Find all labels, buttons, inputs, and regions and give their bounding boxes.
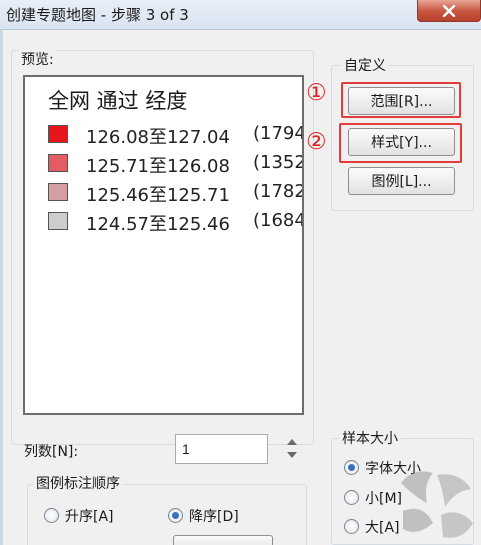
ascending-radio-button[interactable] (44, 508, 59, 523)
legend-range-3: 125.46至125.71 (86, 185, 230, 206)
descending-radio-button[interactable] (168, 508, 183, 523)
legend-swatch-1 (48, 125, 68, 143)
arrow-down-icon[interactable] (287, 452, 297, 458)
preview-group-label: 预览: (18, 49, 57, 69)
step-marker-1: ① (306, 80, 327, 106)
legend-title: 全网 通过 经度 (48, 89, 188, 113)
legend-order-label: 图例标注顺序 (33, 473, 123, 493)
legend-row-3: 125.46至125.71 (1782 (48, 181, 304, 206)
watermark-logo (401, 471, 473, 538)
custom-group-label: 自定义 (341, 55, 389, 75)
close-icon (442, 4, 456, 17)
columns-label: 列数[N]: (24, 444, 79, 460)
legend-swatch-3 (48, 183, 68, 201)
sample-size-radio-1[interactable] (344, 490, 359, 505)
descending-label: 降序[D] (189, 509, 239, 525)
sample-size-label: 样本大小 (339, 428, 401, 448)
legend-count-4: (1684 (253, 210, 304, 231)
legend-row-2: 125.71至126.08 (1352 (48, 152, 304, 177)
sample-size-radio-2[interactable] (344, 519, 359, 534)
style-button[interactable]: 样式[Y]... (348, 128, 455, 156)
legend-range-2: 125.71至126.08 (86, 156, 230, 177)
ascending-label: 升序[A] (65, 509, 114, 525)
window-title: 创建专题地图 - 步骤 3 of 3 (6, 6, 189, 24)
legend-swatch-4 (48, 212, 68, 230)
legend-count-3: (1782 (253, 181, 304, 202)
title-bar: 创建专题地图 - 步骤 3 of 3 (0, 0, 481, 30)
columns-stepper[interactable] (287, 435, 301, 463)
arrow-up-icon[interactable] (287, 439, 297, 445)
legend-preview: 全网 通过 经度 126.08至127.04 (1794 125.71至126.… (23, 75, 304, 415)
legend-range-1: 126.08至127.04 (86, 127, 230, 148)
partial-bottom-button[interactable] (173, 535, 273, 545)
legend-swatch-2 (48, 154, 68, 172)
step-marker-2: ② (306, 129, 327, 155)
legend-range-4: 124.57至125.46 (86, 214, 230, 235)
columns-input[interactable] (175, 434, 268, 464)
legend-row-4: 124.57至125.46 (1684 (48, 210, 304, 235)
legend-count-1: (1794 (253, 123, 304, 144)
close-button[interactable] (417, 0, 481, 22)
range-button[interactable]: 范围[R]... (348, 87, 455, 115)
sample-size-radio-0[interactable] (344, 460, 359, 475)
legend-row-1: 126.08至127.04 (1794 (48, 123, 304, 148)
legend-count-2: (1352 (253, 152, 304, 173)
legend-button[interactable]: 图例[L]... (348, 167, 455, 195)
